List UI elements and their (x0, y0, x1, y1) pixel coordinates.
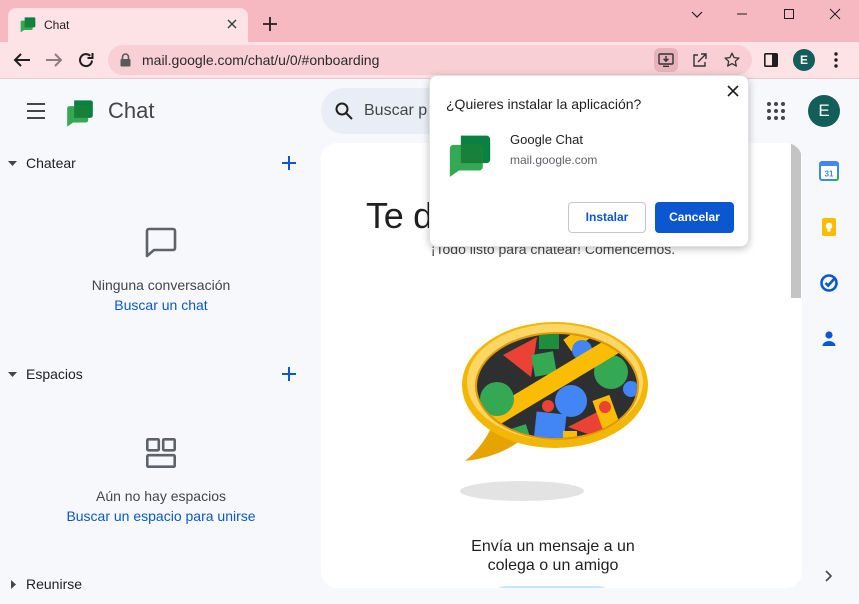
welcome-title: Te d (366, 195, 433, 236)
section-title-chatear[interactable]: Chatear (26, 153, 76, 173)
chevron-down-icon[interactable] (8, 370, 17, 379)
search-icon[interactable] (335, 102, 353, 120)
close-icon[interactable] (727, 85, 739, 97)
new-space-plus-icon[interactable] (281, 366, 297, 382)
address-bar[interactable]: mail.google.com/chat/u/0/#onboarding (108, 45, 752, 75)
window-close-icon[interactable] (829, 8, 841, 20)
maximize-icon[interactable] (784, 9, 794, 19)
section-title-reunirse[interactable]: Reunirse (26, 574, 82, 594)
google-chat-logo-icon[interactable] (66, 98, 94, 127)
chat-bubble-blocks-illustration (455, 315, 655, 505)
chevron-right-icon[interactable] (824, 570, 834, 582)
empty-chats-message: Ninguna conversación (91, 277, 231, 293)
calendar-icon[interactable]: 31 (819, 161, 839, 181)
dialog-app-domain: mail.google.com (510, 153, 598, 167)
tab-search-chevron-icon[interactable] (690, 9, 704, 19)
find-space-link[interactable]: Buscar un espacio para unirse (0, 506, 322, 526)
chat-bubble-outline-icon (145, 227, 177, 258)
message-line: Envía un mensaje a un (471, 538, 635, 555)
side-panel-icon[interactable] (764, 53, 778, 67)
dialog-app-name: Google Chat (510, 132, 583, 147)
calendar-day-label: 31 (825, 170, 834, 179)
new-chat-plus-icon[interactable] (281, 155, 297, 171)
section-title-espacios[interactable]: Espacios (26, 364, 83, 384)
bookmark-star-icon[interactable] (724, 52, 740, 68)
minimize-icon[interactable] (737, 9, 747, 19)
forward-arrow-icon[interactable] (45, 52, 63, 68)
browser-tab[interactable]: Chat (8, 8, 248, 42)
google-chat-app-icon (448, 132, 492, 177)
install-app-icon[interactable] (654, 48, 678, 72)
browser-menu-dots-icon[interactable] (834, 52, 838, 68)
tab-title: Chat (44, 18, 70, 32)
scrollbar-thumb[interactable] (791, 143, 801, 298)
chevron-down-icon[interactable] (8, 159, 17, 168)
message-line: colega o un amigo (487, 557, 619, 574)
back-arrow-icon[interactable] (13, 52, 31, 68)
share-icon[interactable] (692, 52, 708, 68)
chevron-right-icon[interactable] (10, 580, 19, 589)
empty-spaces-message: Aún no hay espacios (96, 488, 226, 504)
browser-profile-avatar[interactable]: E (793, 49, 815, 71)
start-chat-button[interactable] (487, 586, 617, 588)
spaces-icon (145, 437, 177, 469)
tab-close-icon[interactable] (226, 18, 238, 30)
contacts-icon[interactable] (819, 329, 839, 349)
hamburger-menu-icon[interactable] (27, 103, 45, 119)
keep-icon[interactable] (819, 217, 839, 237)
reload-icon[interactable] (78, 52, 94, 68)
lock-icon[interactable] (120, 53, 131, 67)
tasks-icon[interactable] (819, 273, 839, 293)
url-text[interactable]: mail.google.com/chat/u/0/#onboarding (142, 52, 379, 68)
install-button[interactable]: Instalar (568, 202, 646, 233)
search-placeholder: Buscar p (364, 102, 428, 119)
app-title[interactable]: Chat (108, 98, 154, 124)
google-chat-favicon-icon (20, 16, 36, 33)
new-tab-plus-icon[interactable] (263, 17, 277, 31)
install-app-dialog: ¿Quieres instalar la aplicación? Google … (429, 75, 749, 247)
account-avatar[interactable]: E (808, 95, 840, 127)
google-apps-icon[interactable] (767, 102, 785, 120)
find-chat-link[interactable]: Buscar un chat (0, 295, 322, 315)
dialog-title: ¿Quieres instalar la aplicación? (446, 96, 642, 112)
cancel-button[interactable]: Cancelar (655, 202, 734, 233)
